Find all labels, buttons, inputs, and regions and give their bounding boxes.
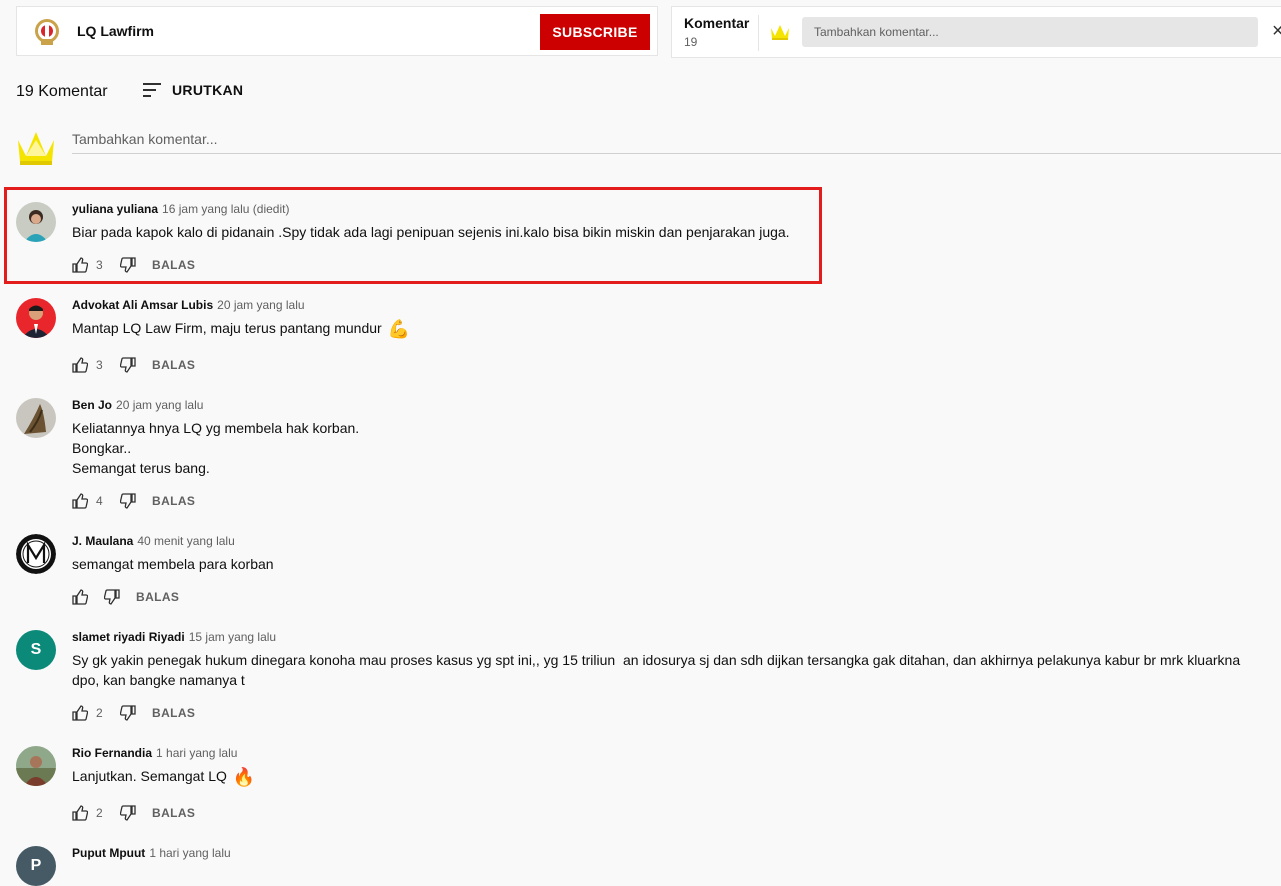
channel-card: LQ Lawfirm SUBSCRIBE <box>16 6 658 56</box>
comment-text-line: Bongkar.. <box>72 440 132 456</box>
comment-actions: 4 BALAS <box>72 493 195 509</box>
comment-author[interactable]: yuliana yuliana <box>72 202 158 216</box>
avatar[interactable] <box>16 398 56 438</box>
comment-time[interactable]: 20 jam yang lalu <box>217 298 304 312</box>
flexed-biceps-emoji: 💪 <box>387 319 411 339</box>
thumbs-up-icon[interactable] <box>72 589 88 605</box>
comment-header: Advokat Ali Amsar Lubis 20 jam yang lalu <box>72 298 305 312</box>
divider <box>758 15 759 51</box>
comment-text: Keliatannya hnya LQ yg membela hak korba… <box>72 418 1267 478</box>
thumbs-down-icon[interactable] <box>120 705 136 721</box>
like-count: 2 <box>96 706 103 720</box>
mini-comments-panel: Komentar 19 Tambahkan komentar... × <box>671 6 1281 58</box>
mini-panel-title: Komentar <box>684 15 750 31</box>
comments-count: 19 Komentar <box>16 83 108 100</box>
thumbs-down-icon[interactable] <box>120 805 136 821</box>
crown-avatar-icon <box>771 25 789 40</box>
avatar-letter: S <box>30 641 42 658</box>
comment-actions: BALAS <box>72 589 179 605</box>
thumbs-up-icon[interactable] <box>72 257 88 273</box>
comment-author[interactable]: J. Maulana <box>72 534 133 548</box>
add-comment-input[interactable]: Tambahkan komentar... <box>72 128 1281 154</box>
subscribe-button[interactable]: SUBSCRIBE <box>540 14 650 50</box>
comment-text: Sy gk yakin penegak hukum dinegara konoh… <box>72 652 1245 688</box>
thumbs-down-icon[interactable] <box>104 589 120 605</box>
like-count: 3 <box>96 358 103 372</box>
like-count: 4 <box>96 494 103 508</box>
comment-header: slamet riyadi Riyadi 15 jam yang lalu <box>72 630 276 644</box>
comment-text: Lanjutkan. Semangat LQ 🔥 <box>72 766 1267 787</box>
comment-author[interactable]: Puput Mpuut <box>72 846 145 860</box>
comment-header: Puput Mpuut 1 hari yang lalu <box>72 846 231 860</box>
comment-actions: 2 BALAS <box>72 805 195 821</box>
comment-time[interactable]: 1 hari yang lalu <box>149 846 230 860</box>
like-count: 2 <box>96 806 103 820</box>
comment-time[interactable]: 15 jam yang lalu <box>189 630 276 644</box>
avatar-letter: P <box>30 857 42 874</box>
comment-actions: 3 BALAS <box>72 357 195 373</box>
comment-author[interactable]: Rio Fernandia <box>72 746 152 760</box>
channel-logo[interactable] <box>31 17 63 47</box>
thumbs-up-icon[interactable] <box>72 705 88 721</box>
comment-time[interactable]: 1 hari yang lalu <box>156 746 237 760</box>
avatar[interactable] <box>16 298 56 338</box>
comment-time[interactable]: 20 jam yang lalu <box>116 398 203 412</box>
comment-header: yuliana yuliana 16 jam yang lalu (diedit) <box>72 202 289 216</box>
reply-button[interactable]: BALAS <box>152 806 195 820</box>
comment-text: Mantap LQ Law Firm, maju terus pantang m… <box>72 318 1267 339</box>
crown-avatar-icon <box>18 132 54 165</box>
comment-header: Rio Fernandia 1 hari yang lalu <box>72 746 237 760</box>
avatar[interactable]: S <box>16 630 56 670</box>
sort-button[interactable]: URUTKAN <box>142 81 243 99</box>
fire-emoji: 🔥 <box>232 767 256 787</box>
comment-actions: 2 BALAS <box>72 705 195 721</box>
comment-time[interactable]: 40 menit yang lalu <box>137 534 234 548</box>
comment-header: Ben Jo 20 jam yang lalu <box>72 398 203 412</box>
channel-name[interactable]: LQ Lawfirm <box>77 23 154 39</box>
close-icon[interactable]: × <box>1272 19 1281 43</box>
mini-panel-count: 19 <box>684 35 698 49</box>
reply-button[interactable]: BALAS <box>152 706 195 720</box>
avatar[interactable] <box>16 202 56 242</box>
avatar[interactable] <box>16 534 56 574</box>
thumbs-down-icon[interactable] <box>120 357 136 373</box>
comment-text-body: Lanjutkan. Semangat LQ <box>72 768 227 784</box>
reply-button[interactable]: BALAS <box>152 494 195 508</box>
avatar[interactable] <box>16 746 56 786</box>
thumbs-up-icon[interactable] <box>72 805 88 821</box>
comment-text-body: Mantap LQ Law Firm, maju terus pantang m… <box>72 320 382 336</box>
comment-author[interactable]: Ben Jo <box>72 398 112 412</box>
comment-text-line: Semangat terus bang. <box>72 460 210 476</box>
comment-author[interactable]: Advokat Ali Amsar Lubis <box>72 298 213 312</box>
comment-header: J. Maulana 40 menit yang lalu <box>72 534 235 548</box>
comment-text: semangat membela para korban <box>72 556 274 572</box>
comment-actions: 3 BALAS <box>72 257 195 273</box>
thumbs-down-icon[interactable] <box>120 257 136 273</box>
thumbs-up-icon[interactable] <box>72 357 88 373</box>
reply-button[interactable]: BALAS <box>152 258 195 272</box>
sort-label: URUTKAN <box>172 82 244 98</box>
thumbs-up-icon[interactable] <box>72 493 88 509</box>
comment-text: Biar pada kapok kalo di pidanain .Spy ti… <box>72 224 790 240</box>
reply-button[interactable]: BALAS <box>152 358 195 372</box>
comment-text-line: Keliatannya hnya LQ yg membela hak korba… <box>72 420 360 436</box>
thumbs-down-icon[interactable] <box>120 493 136 509</box>
sort-icon <box>143 83 161 97</box>
mini-comment-input[interactable]: Tambahkan komentar... <box>802 17 1258 47</box>
comment-author[interactable]: slamet riyadi Riyadi <box>72 630 185 644</box>
like-count: 3 <box>96 258 103 272</box>
avatar[interactable]: P <box>16 846 56 886</box>
comment-time[interactable]: 16 jam yang lalu (diedit) <box>162 202 289 216</box>
reply-button[interactable]: BALAS <box>136 590 179 604</box>
